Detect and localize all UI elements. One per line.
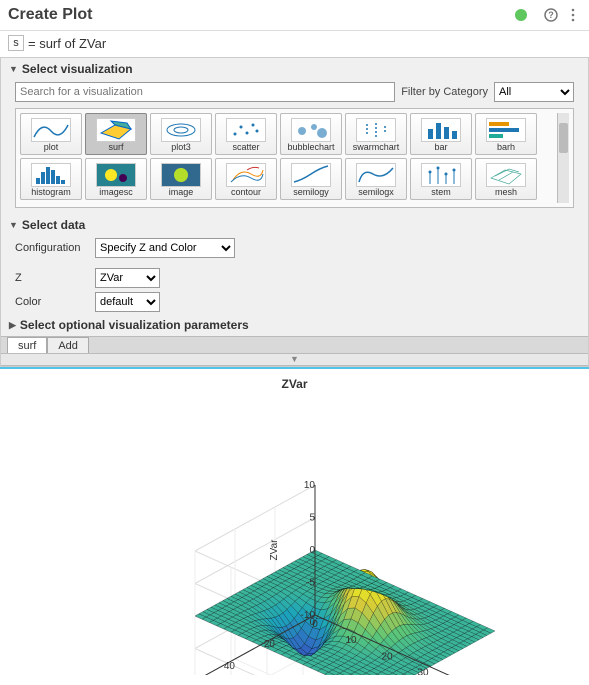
surf-plot: -10 -5 0 5 10010203040500204060ZVar [35, 395, 555, 675]
svg-text:0: 0 [309, 617, 315, 628]
viz-tile-stem[interactable]: stem [410, 158, 472, 200]
viz-tile-semilogx[interactable]: semilogx [345, 158, 407, 200]
viz-tile-histogram[interactable]: histogram [20, 158, 82, 200]
svg-text:?: ? [548, 10, 554, 20]
chevron-down-icon: ▼ [9, 64, 18, 74]
color-label: Color [15, 296, 95, 308]
kebab-menu-icon[interactable] [565, 7, 581, 23]
viz-tile-plot3[interactable]: plot3 [150, 113, 212, 155]
color-select[interactable]: default [95, 292, 160, 312]
gallery-scrollbar[interactable] [557, 113, 569, 203]
viz-tile-plot[interactable]: plot [20, 113, 82, 155]
viz-tile-surf[interactable]: surf [85, 113, 147, 155]
collapse-handle[interactable]: ▼ [1, 354, 588, 366]
svg-text:20: 20 [381, 651, 393, 662]
viz-tile-imagesc[interactable]: imagesc [85, 158, 147, 200]
page-title: Create Plot [8, 6, 515, 24]
viz-tile-semilogy[interactable]: semilogy [280, 158, 342, 200]
filter-category-select[interactable]: All [494, 82, 574, 102]
plot-tabs: surfAdd [1, 336, 588, 354]
viz-tile-bubblechart[interactable]: bubblechart [280, 113, 342, 155]
svg-text:10: 10 [303, 480, 315, 491]
viz-tile-bar[interactable]: bar [410, 113, 472, 155]
viz-tile-scatter[interactable]: scatter [215, 113, 277, 155]
svg-text:40: 40 [223, 661, 235, 672]
search-input[interactable] [15, 82, 395, 102]
help-icon[interactable]: ? [543, 7, 559, 23]
z-label: Z [15, 272, 95, 284]
svg-text:20: 20 [263, 639, 275, 650]
svg-text:10: 10 [345, 635, 357, 646]
viz-tile-swarmchart[interactable]: swarmchart [345, 113, 407, 155]
chevron-down-icon: ▼ [9, 220, 18, 230]
tab-add[interactable]: Add [47, 337, 89, 353]
section-select-visualization[interactable]: ▼ Select visualization [1, 58, 588, 80]
svg-text:5: 5 [309, 513, 315, 524]
visualization-gallery: plotsurfplot3scatterbubblechartswarmchar… [20, 113, 557, 203]
configuration-label: Configuration [15, 242, 95, 254]
viz-tile-contour[interactable]: contour [215, 158, 277, 200]
section-select-data[interactable]: ▼ Select data [1, 214, 588, 236]
viz-tile-image[interactable]: image [150, 158, 212, 200]
svg-text:30: 30 [417, 668, 429, 675]
filter-label: Filter by Category [401, 86, 488, 98]
viz-tile-mesh[interactable]: mesh [475, 158, 537, 200]
tab-surf[interactable]: surf [7, 337, 47, 353]
svg-text:ZVar: ZVar [269, 539, 280, 561]
chart-title: ZVar [10, 377, 579, 391]
svg-text:0: 0 [309, 545, 315, 556]
section-optional-params[interactable]: ▶ Select optional visualization paramete… [1, 314, 588, 336]
z-select[interactable]: ZVar [95, 268, 160, 288]
status-indicator [515, 9, 527, 21]
output-var-box[interactable]: s [8, 35, 24, 51]
configuration-select[interactable]: Specify Z and Color [95, 238, 235, 258]
formula-bar: s = surf of ZVar [0, 31, 589, 57]
chevron-right-icon: ▶ [9, 320, 16, 331]
svg-text:-5: -5 [306, 578, 315, 589]
viz-tile-barh[interactable]: barh [475, 113, 537, 155]
formula-text: = surf of ZVar [28, 36, 106, 51]
